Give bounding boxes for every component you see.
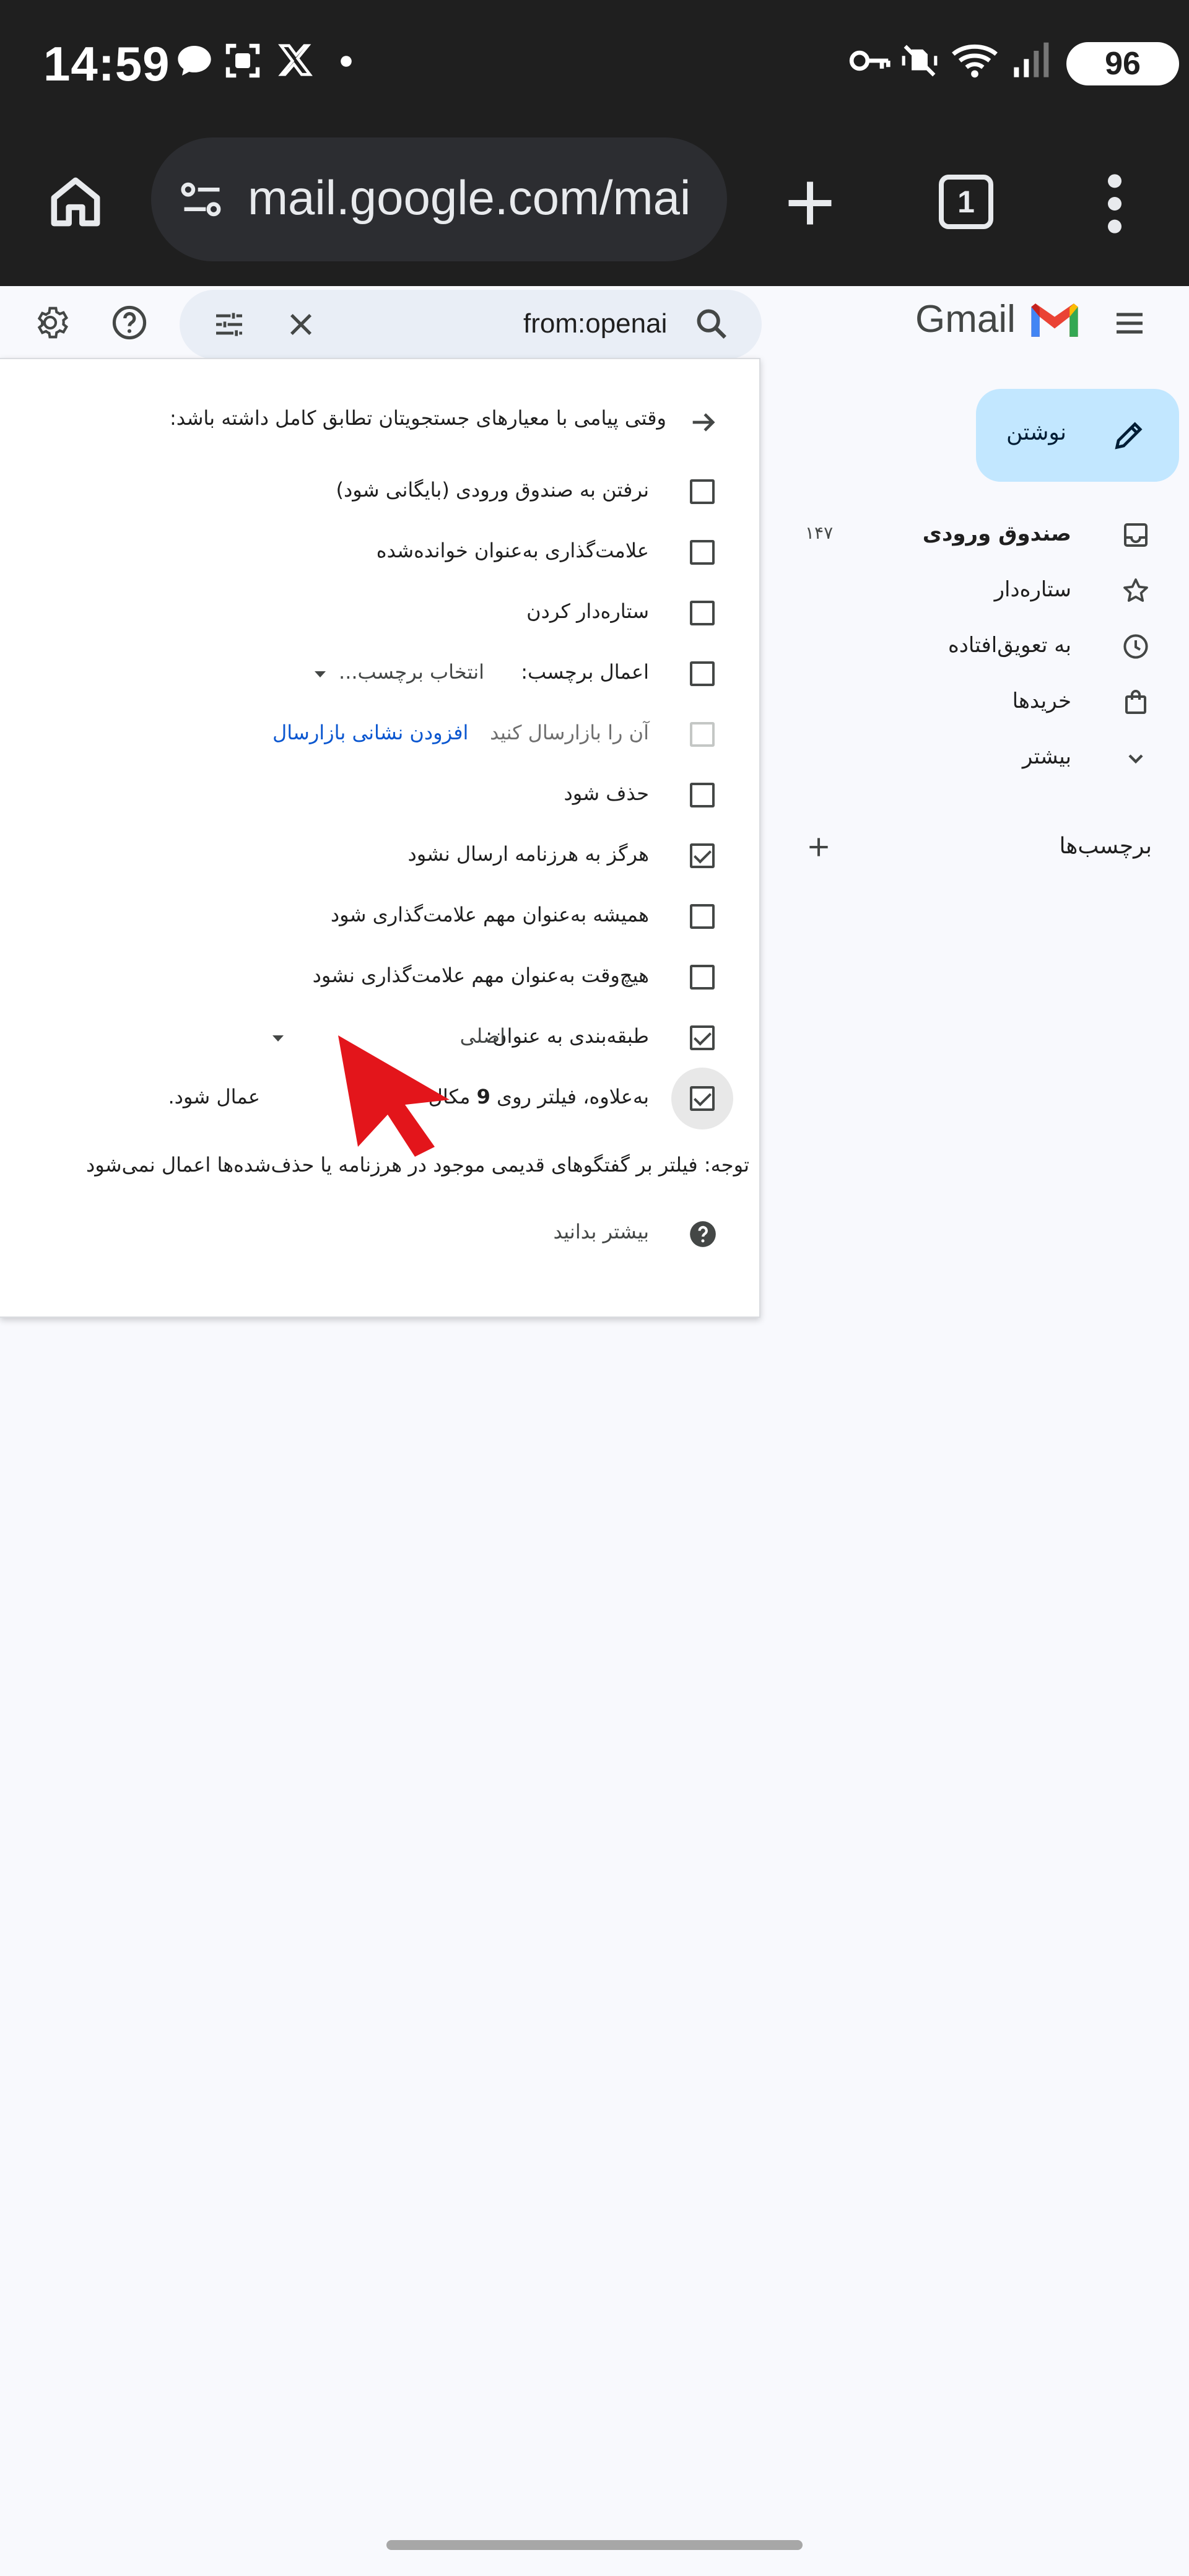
option-label: اعمال برچسب:: [521, 660, 649, 684]
filter-option-mark-read[interactable]: علامت‌گذاری به‌عنوان خوانده‌شده: [0, 528, 760, 577]
back-arrow-icon[interactable]: [687, 406, 720, 438]
help-filled-icon: [690, 1221, 716, 1247]
label-select[interactable]: انتخاب برچسب...: [339, 660, 484, 684]
filter-option-skip-inbox[interactable]: نرفتن به صندوق ورودی (بایگانی شود): [0, 467, 760, 516]
add-label-icon[interactable]: [805, 833, 832, 861]
home-icon[interactable]: [43, 170, 108, 234]
filter-header: وقتی پیامی با معیارهای جستجویتان تطابق ک…: [170, 406, 666, 430]
search-input[interactable]: from:openai: [523, 308, 667, 339]
browser-toolbar: mail.google.com/mai 1: [0, 130, 1189, 286]
site-settings-icon[interactable]: [177, 176, 227, 223]
add-forwarding-address-link[interactable]: افزودن نشانی بازارسال: [272, 721, 468, 744]
also-apply-tail: عمال شود.: [168, 1085, 260, 1108]
option-label: علامت‌گذاری به‌عنوان خوانده‌شده: [376, 539, 649, 562]
checkbox[interactable]: [690, 722, 715, 747]
new-tab-icon[interactable]: [782, 175, 838, 232]
wifi-icon: [952, 44, 998, 78]
checkbox[interactable]: [690, 479, 715, 504]
nav-item-inbox[interactable]: ۱۴۷ صندوق ورودی: [743, 508, 1189, 562]
settings-icon[interactable]: [31, 303, 69, 342]
gmail-logo-text[interactable]: Gmail: [915, 297, 1016, 341]
nav-item-more[interactable]: بیشتر: [743, 731, 1189, 785]
chevron-down-icon: [1128, 754, 1143, 764]
dot-icon: [341, 56, 352, 67]
dropdown-arrow-icon[interactable]: [315, 671, 326, 677]
filter-option-delete[interactable]: حذف شود: [0, 770, 760, 820]
filter-option-forward[interactable]: آن را بازارسال کنید افزودن نشانی بازارسا…: [0, 710, 760, 759]
option-label: آن را بازارسال کنید: [490, 721, 649, 744]
status-time: 14:59: [43, 37, 170, 91]
battery-level: 96: [1066, 42, 1179, 85]
chat-bubble-icon: [178, 46, 211, 76]
nav-item-purchases[interactable]: خریدها: [743, 675, 1189, 729]
vibrate-icon: [902, 45, 938, 77]
address-bar[interactable]: mail.google.com/mai: [151, 137, 727, 261]
red-pointer-icon: [338, 1035, 450, 1157]
option-label: هرگز به هرزنامه ارسال نشود: [407, 842, 650, 866]
filter-option-apply-label[interactable]: اعمال برچسب: انتخاب برچسب...: [0, 649, 760, 698]
nav-item-label: به تعویق‌افتاده: [947, 633, 1071, 658]
nav-item-snoozed[interactable]: به تعویق‌افتاده: [743, 619, 1189, 674]
filter-option-star[interactable]: ستاره‌دار کردن: [0, 588, 760, 638]
signal-icon: [1014, 42, 1049, 77]
search-options-icon[interactable]: [212, 307, 246, 342]
status-bar: 14:59 96: [0, 0, 1189, 130]
category-select[interactable]: اصلی: [460, 1024, 505, 1048]
filter-option-always-important[interactable]: همیشه به‌عنوان مهم علامت‌گذاری شود: [0, 892, 760, 941]
checkbox[interactable]: [690, 783, 715, 807]
pencil-icon: [1115, 422, 1143, 450]
option-label: طبقه‌بندی به عنوان:: [486, 1024, 649, 1048]
x-logo-icon: [278, 44, 313, 76]
url-text[interactable]: mail.google.com/mai: [248, 170, 712, 226]
inbox-count: ۱۴۷: [805, 523, 834, 543]
option-label: همیشه به‌عنوان مهم علامت‌گذاری شود: [330, 903, 649, 926]
checkbox[interactable]: [690, 661, 715, 686]
checkbox-checked[interactable]: [690, 843, 715, 868]
dropdown-arrow-icon[interactable]: [272, 1035, 284, 1042]
filter-option-never-important[interactable]: هیچ‌وقت به‌عنوان مهم علامت‌گذاری نشود: [0, 952, 760, 1002]
learn-more-row[interactable]: بیشتر بدانید: [0, 1209, 760, 1258]
checkbox-checked[interactable]: [690, 1025, 715, 1050]
gesture-home-bar[interactable]: [386, 2540, 803, 2550]
search-icon[interactable]: [694, 306, 730, 342]
help-icon[interactable]: [110, 303, 149, 342]
clear-search-icon[interactable]: [285, 308, 317, 341]
nav-item-label: خریدها: [1012, 689, 1071, 713]
option-label: نرفتن به صندوق ورودی (بایگانی شود): [336, 478, 649, 502]
compose-button[interactable]: نوشتن: [976, 389, 1179, 482]
matching-count: 9: [476, 1085, 490, 1108]
checkbox-checked[interactable]: [690, 1086, 715, 1111]
nav-item-label: صندوق ورودی: [922, 521, 1071, 546]
nav-item-label: بیشتر: [1022, 744, 1071, 769]
inbox-icon: [1124, 523, 1148, 547]
checkbox[interactable]: [690, 904, 715, 929]
checkbox[interactable]: [690, 965, 715, 990]
nav-item-label: ستاره‌دار: [994, 577, 1071, 602]
clock-icon: [1123, 634, 1148, 659]
tab-switcher-icon[interactable]: 1: [939, 175, 993, 229]
also-apply-prefix: به‌علاوه، فیلتر روی: [497, 1085, 649, 1108]
option-label: ستاره‌دار کردن: [526, 599, 649, 623]
option-label: هیچ‌وقت به‌عنوان مهم علامت‌گذاری نشود: [312, 964, 649, 987]
star-icon: [1123, 578, 1148, 602]
labels-title: برچسب‌ها: [1059, 833, 1152, 859]
screenshot-icon: [225, 43, 260, 78]
gmail-logo-icon[interactable]: [1028, 300, 1081, 341]
checkbox[interactable]: [690, 540, 715, 565]
more-menu-icon[interactable]: [1096, 170, 1133, 238]
checkbox[interactable]: [690, 601, 715, 625]
main-menu-icon[interactable]: [1112, 306, 1147, 341]
filter-option-never-spam[interactable]: هرگز به هرزنامه ارسال نشود: [0, 831, 760, 881]
option-label: حذف شود: [564, 781, 649, 805]
search-bar[interactable]: from:openai: [180, 290, 762, 359]
key-icon: [849, 50, 891, 71]
shopping-bag-icon: [1125, 690, 1146, 714]
learn-more-link[interactable]: بیشتر بدانید: [553, 1220, 649, 1243]
filter-panel: وقتی پیامی با معیارهای جستجویتان تطابق ک…: [0, 358, 760, 1318]
nav-item-starred[interactable]: ستاره‌دار: [743, 564, 1189, 618]
compose-label: نوشتن: [1006, 420, 1066, 445]
